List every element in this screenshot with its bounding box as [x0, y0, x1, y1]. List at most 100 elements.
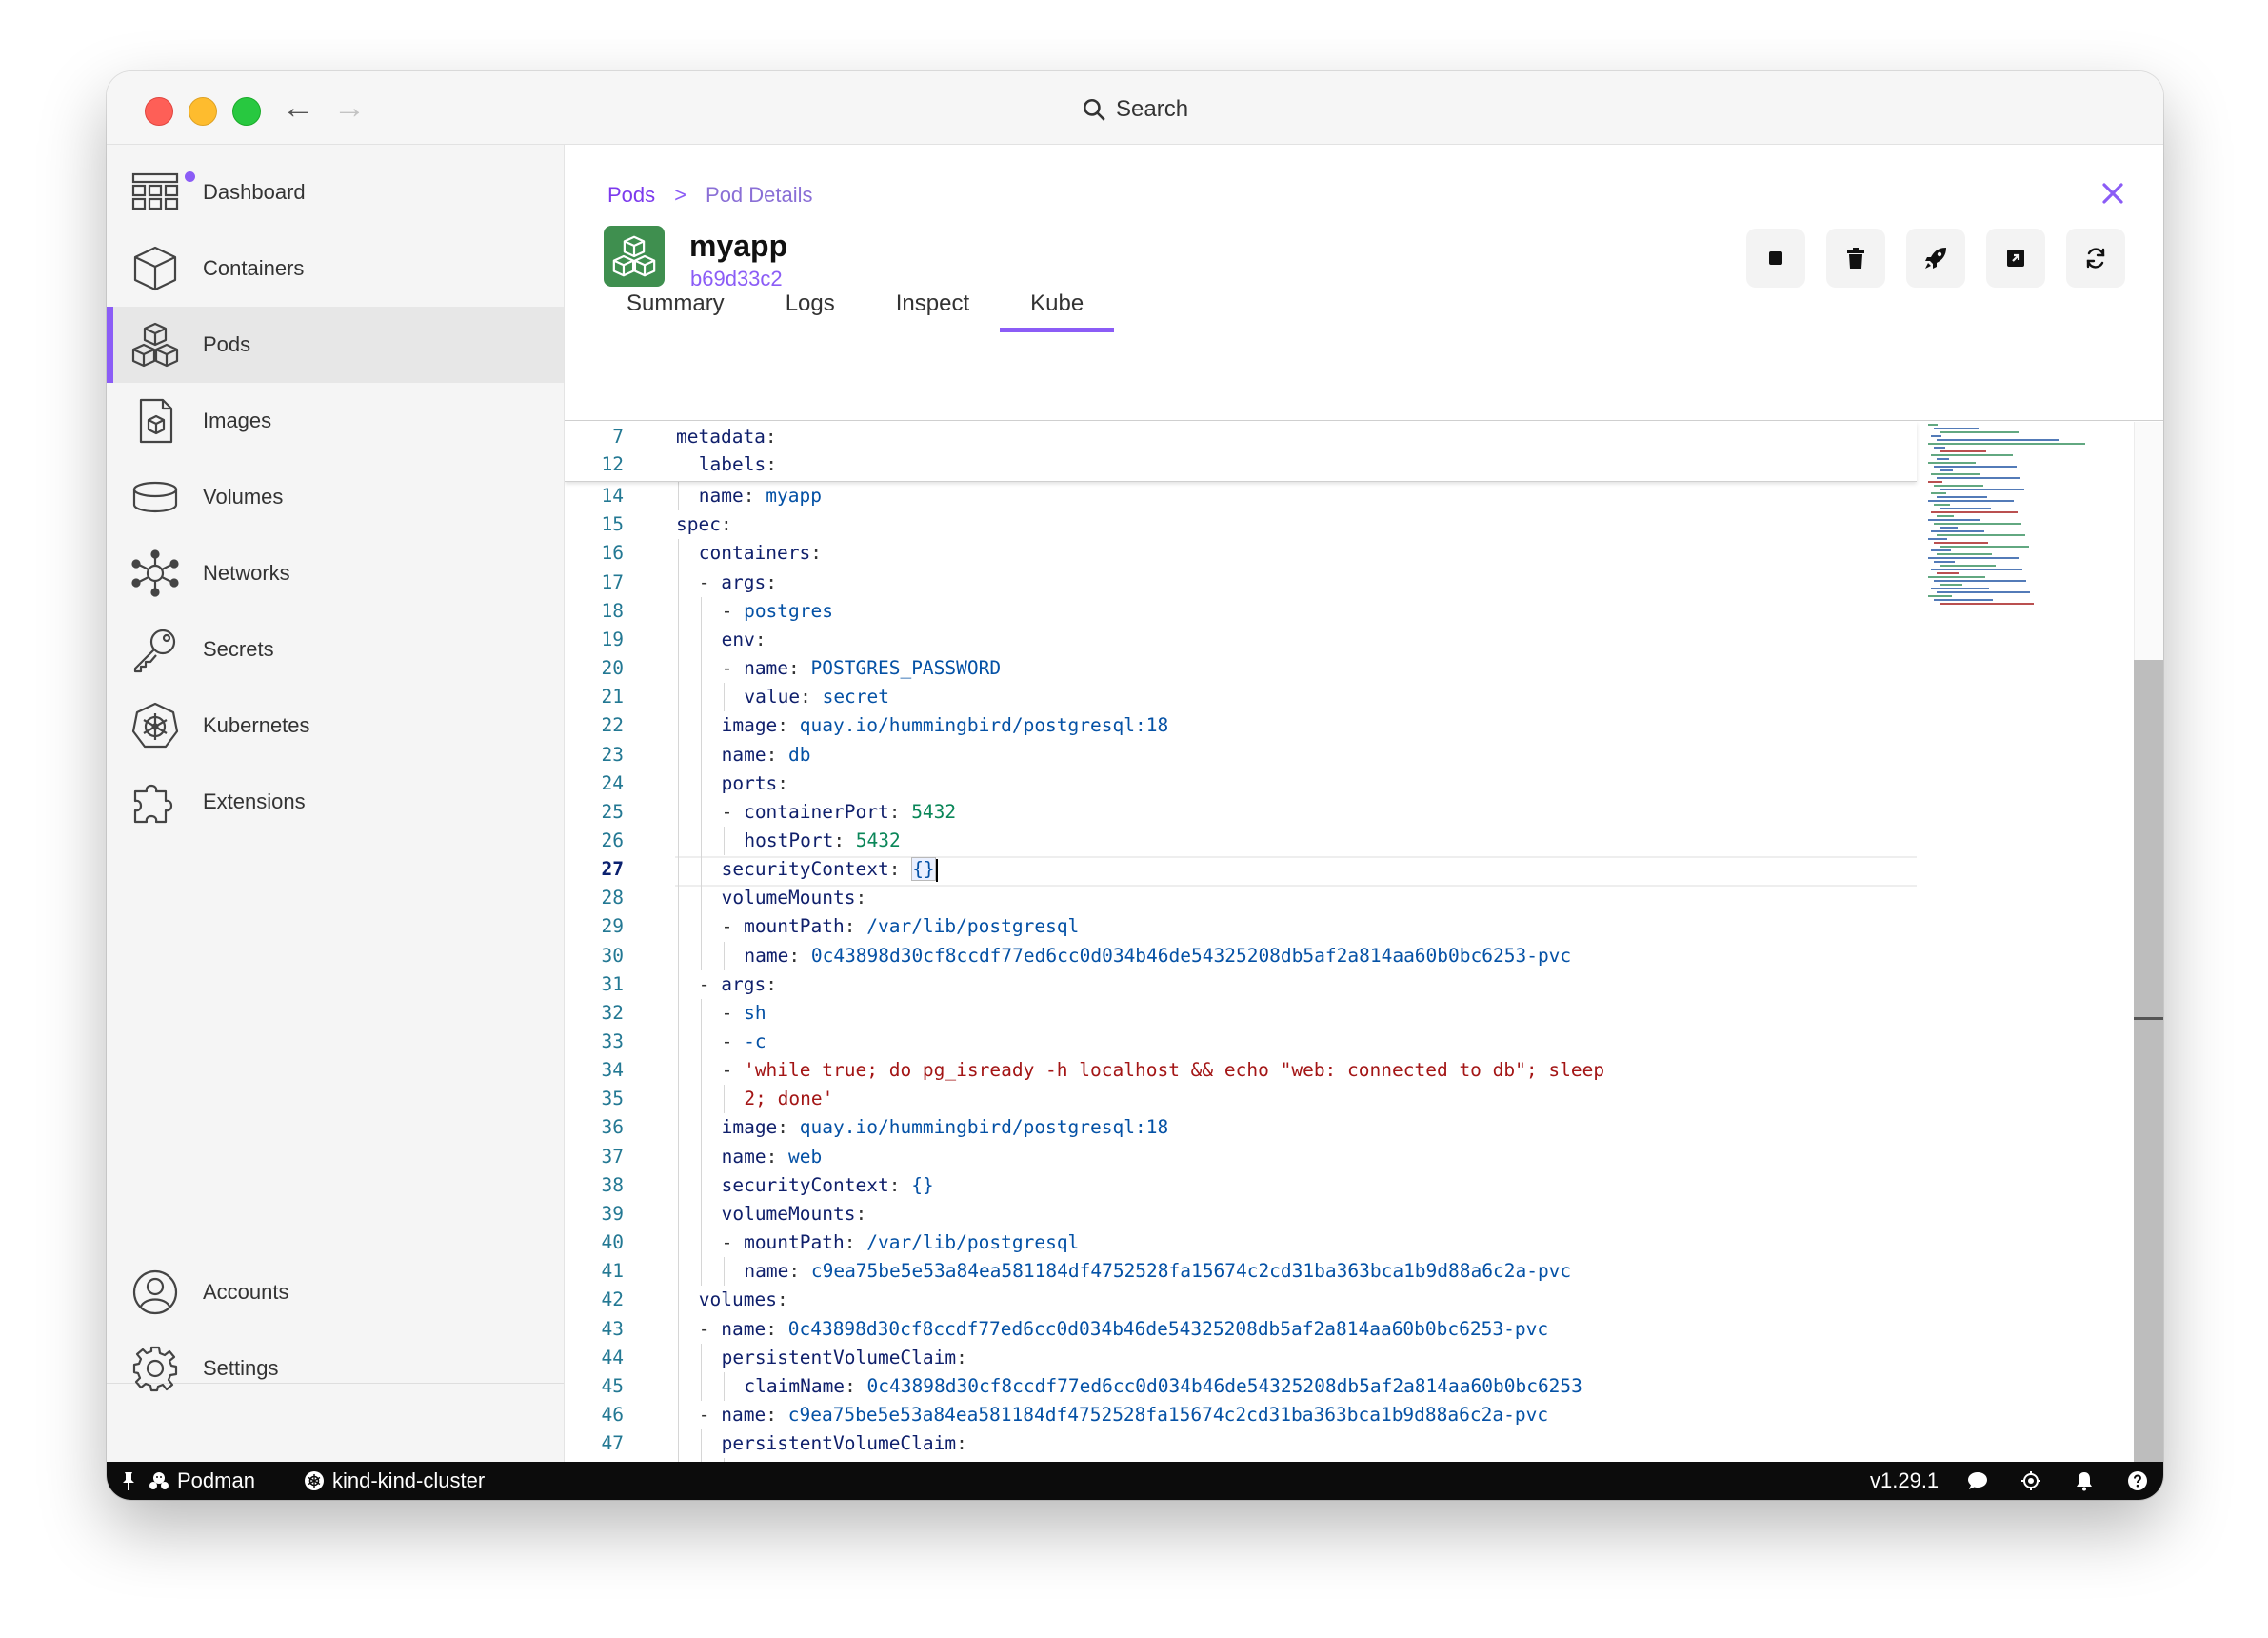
delete-pod-button[interactable]	[1826, 229, 1885, 288]
code-line[interactable]: 36 image: quay.io/hummingbird/postgresql:…	[565, 1113, 1917, 1142]
pin-icon[interactable]	[118, 1470, 139, 1491]
code-line[interactable]: 47 persistentVolumeClaim:	[565, 1429, 1917, 1458]
code-line[interactable]: 24 ports:	[565, 769, 1917, 798]
search-label: Search	[1116, 96, 1189, 122]
sidebar-item-images[interactable]: Images	[107, 383, 564, 459]
kubernetes-context-status[interactable]: kind-kind-cluster	[304, 1462, 485, 1500]
sidebar-item-accounts[interactable]: Accounts	[107, 1254, 564, 1330]
minimize-window-button[interactable]	[189, 97, 217, 126]
sidebar-item-containers[interactable]: Containers	[107, 230, 564, 307]
line-number: 7	[612, 426, 624, 448]
code-line[interactable]: 40 - mountPath: /var/lib/postgresql	[565, 1228, 1917, 1257]
bell-icon[interactable]	[2074, 1470, 2095, 1491]
sidebar-item-dashboard[interactable]: Dashboard	[107, 154, 564, 230]
code-line[interactable]: 38 securityContext: {}	[565, 1171, 1917, 1200]
sidebar-item-extensions[interactable]: Extensions	[107, 764, 564, 840]
help-icon[interactable]	[2127, 1470, 2148, 1491]
code-line[interactable]: 14 name: myapp	[565, 482, 1917, 510]
code-line[interactable]: 41 name: c9ea75be5e53a84ea581184df4752528…	[565, 1257, 1917, 1286]
restart-pod-button[interactable]	[2066, 229, 2125, 288]
code-line[interactable]: 16 containers:	[565, 539, 1917, 568]
tab-kube[interactable]: Kube	[1000, 275, 1115, 332]
code-line[interactable]: 29 - mountPath: /var/lib/postgresql	[565, 912, 1917, 941]
breadcrumb-pods-link[interactable]: Pods	[607, 183, 655, 208]
code-line[interactable]: 19 env:	[565, 626, 1917, 654]
code-token: sh	[744, 1001, 766, 1024]
code-token: metadata	[676, 426, 766, 448]
code-token: -	[698, 570, 722, 593]
close-icon[interactable]	[2097, 177, 2129, 210]
code-token: -	[698, 1403, 722, 1426]
editor-minimap[interactable]	[1926, 422, 2132, 612]
zoom-window-button[interactable]	[232, 97, 261, 126]
code-line[interactable]: 46 - name: c9ea75be5e53a84ea581184df47525…	[565, 1401, 1917, 1429]
text-caret	[935, 858, 938, 882]
code-line[interactable]: 42 volumes:	[565, 1286, 1917, 1314]
sidebar-item-settings[interactable]: Settings	[107, 1330, 564, 1407]
code-line[interactable]: 12 labels:	[565, 450, 1917, 479]
tab-inspect[interactable]: Inspect	[865, 275, 1000, 329]
code-line[interactable]: 15 spec:	[565, 510, 1917, 539]
version-label[interactable]: v1.29.1	[1870, 1462, 1939, 1500]
code-line[interactable]: 18 - postgres	[565, 597, 1917, 626]
close-window-button[interactable]	[145, 97, 173, 126]
code-line[interactable]: 33 - -c	[565, 1028, 1917, 1056]
sidebar-item-kubernetes[interactable]: Kubernetes	[107, 688, 564, 764]
code-token: :	[855, 1202, 867, 1225]
kube-yaml-editor[interactable]: 7metadata:12labels: 13app: myapp14name: …	[565, 422, 2163, 1462]
code-text: name: db	[722, 741, 811, 769]
line-number: 24	[601, 771, 624, 794]
code-line[interactable]: 32 - sh	[565, 999, 1917, 1028]
code-line[interactable]: 43 - name: 0c43898d30cf8ccdf77ed6cc0d034b…	[565, 1315, 1917, 1344]
code-line[interactable]: 35 2; done'	[565, 1085, 1917, 1113]
sidebar-item-secrets[interactable]: Secrets	[107, 611, 564, 688]
code-line[interactable]: 22 image: quay.io/hummingbird/postgresql:…	[565, 711, 1917, 740]
code-line[interactable]: 21 value: secret	[565, 683, 1917, 711]
code-line[interactable]: 26 hostPort: 5432	[565, 827, 1917, 855]
code-line[interactable]: 30 name: 0c43898d30cf8ccdf77ed6cc0d034b46…	[565, 942, 1917, 970]
code-line[interactable]: 25 - containerPort: 5432	[565, 798, 1917, 827]
open-terminal-button[interactable]	[1986, 229, 2045, 288]
code-token: :	[766, 972, 777, 995]
code-line[interactable]: 45 claimName: 0c43898d30cf8ccdf77ed6cc0d0…	[565, 1372, 1917, 1401]
back-arrow-icon[interactable]: ←	[282, 89, 314, 127]
code-line[interactable]: 23 name: db	[565, 741, 1917, 769]
code-line[interactable]: 20 - name: POSTGRES_PASSWORD	[565, 654, 1917, 683]
deploy-pod-button[interactable]	[1906, 229, 1965, 288]
code-text: 2; done'	[744, 1085, 833, 1113]
rocket-icon	[1925, 248, 1946, 269]
minimap-line	[1931, 569, 2022, 570]
dashboard-icon	[131, 169, 179, 216]
code-line[interactable]: 28 volumeMounts:	[565, 884, 1917, 912]
chat-icon[interactable]	[1967, 1470, 1988, 1491]
code-line[interactable]: 7 metadata:	[565, 423, 1917, 451]
tab-logs[interactable]: Logs	[755, 275, 865, 329]
volume-icon	[131, 473, 179, 521]
code-line[interactable]: 31 - args:	[565, 970, 1917, 999]
search-button[interactable]: Search	[1082, 92, 1188, 127]
code-token: ports	[721, 771, 778, 794]
code-line[interactable]: 17 - args:	[565, 569, 1917, 597]
code-text: name: myapp	[699, 482, 822, 510]
sidebar-item-networks[interactable]: Networks	[107, 535, 564, 611]
line-number: 31	[601, 972, 624, 995]
code-line[interactable]: 44 persistentVolumeClaim:	[565, 1344, 1917, 1372]
sidebar-item-pods[interactable]: Pods	[107, 307, 564, 383]
code-line[interactable]: 37 name: web	[565, 1143, 1917, 1171]
forward-arrow-icon[interactable]: →	[333, 89, 366, 127]
code-text: persistentVolumeClaim:	[722, 1429, 967, 1458]
code-text: - args:	[699, 569, 777, 597]
tab-summary[interactable]: Summary	[607, 275, 755, 329]
sidebar-item-volumes[interactable]: Volumes	[107, 459, 564, 535]
crosshair-icon[interactable]	[2020, 1470, 2041, 1491]
minimap-line	[1928, 519, 1980, 521]
gear-icon	[131, 1345, 179, 1392]
code-line[interactable]: 39 volumeMounts:	[565, 1200, 1917, 1228]
editor-scrollbar-thumb[interactable]	[2134, 660, 2163, 1462]
podman-engine-status[interactable]: Podman	[149, 1462, 255, 1500]
stop-pod-button[interactable]	[1746, 229, 1805, 288]
minimap-line	[1928, 462, 1976, 464]
editor-cursor-marker	[2134, 1017, 2163, 1020]
code-line[interactable]: 27 securityContext: {}	[565, 855, 1917, 884]
code-line[interactable]: 34 - 'while true; do pg_isready -h localh…	[565, 1056, 1917, 1085]
